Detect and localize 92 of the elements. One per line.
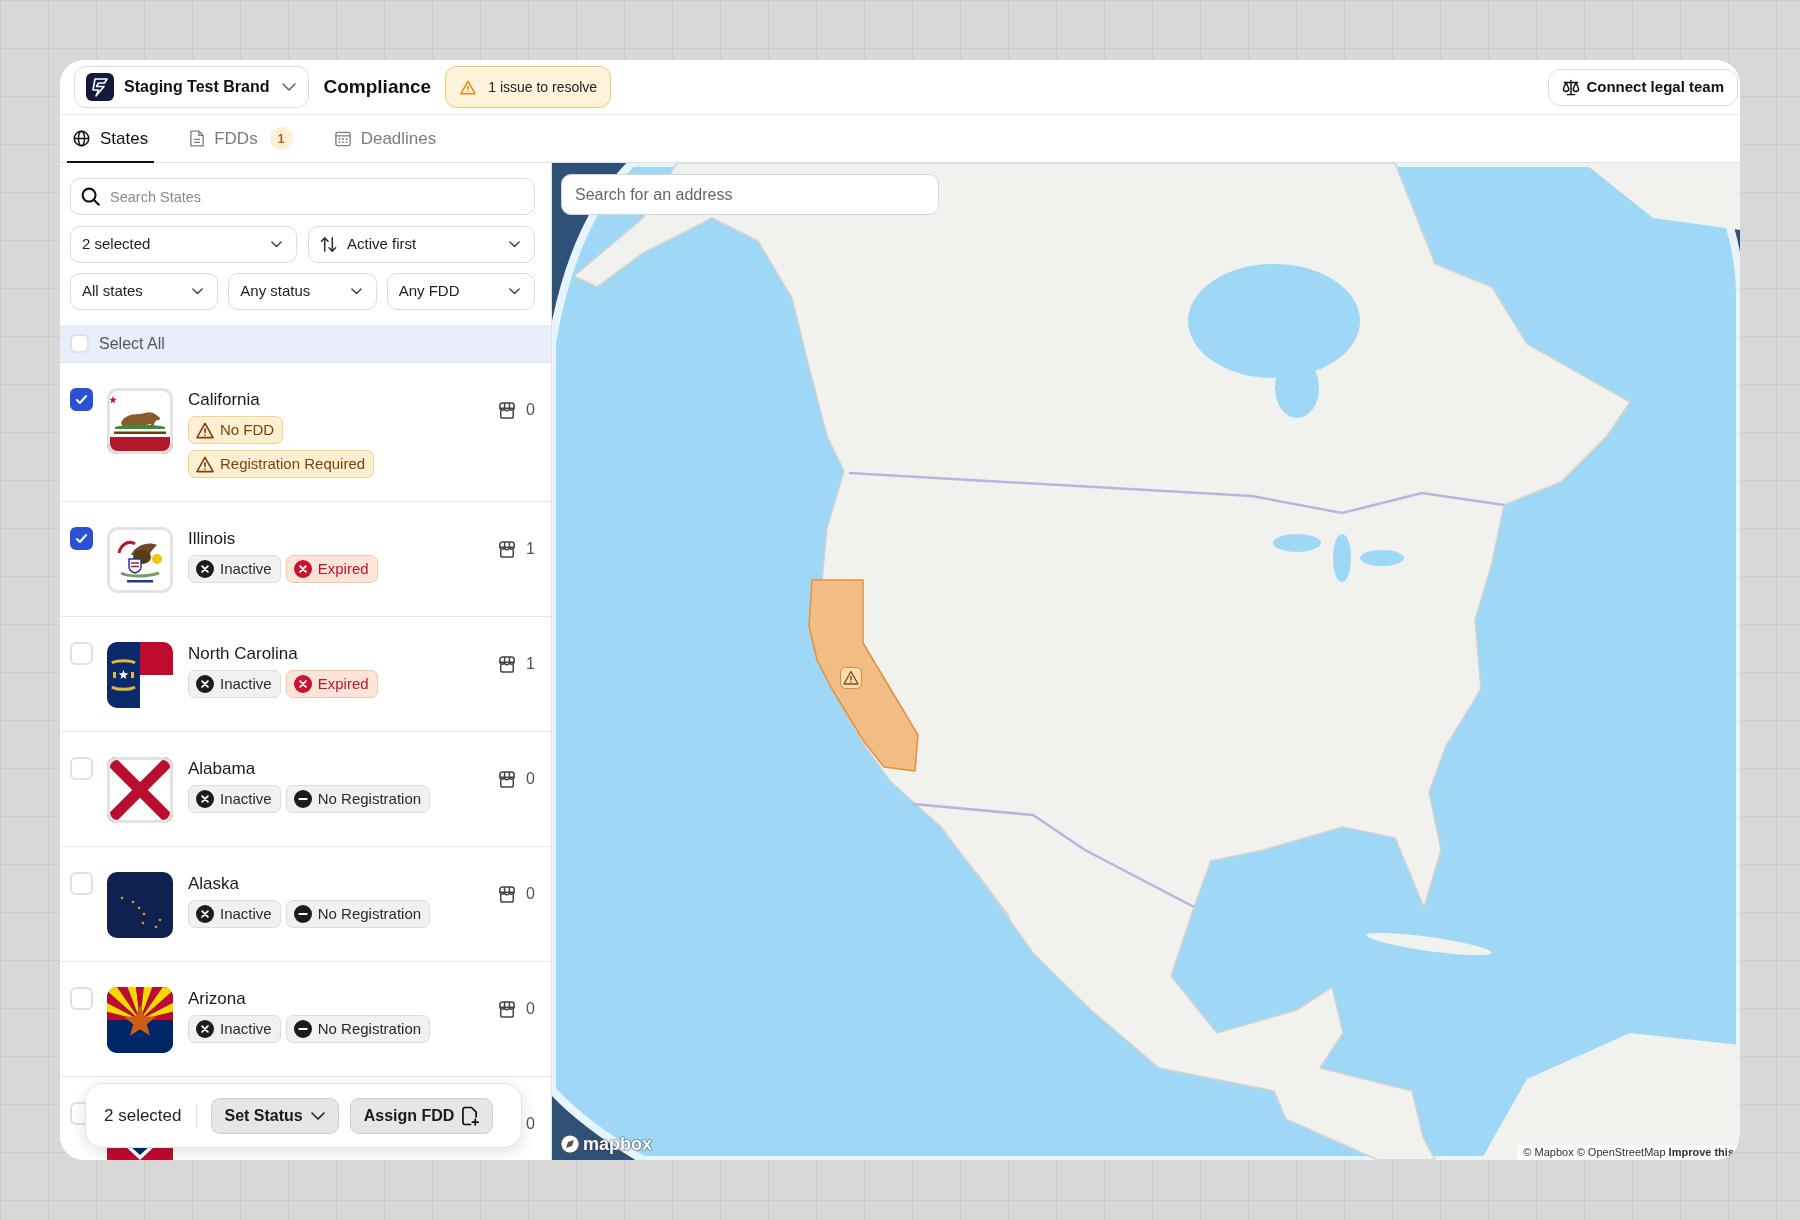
warning-icon [196, 421, 214, 439]
eagle-seal-flag-icon [107, 527, 173, 593]
connect-legal-button[interactable]: Connect legal team [1548, 68, 1738, 106]
status-label: Inactive [220, 903, 272, 924]
filter-dropdown[interactable]: Any FDD [386, 273, 535, 310]
assign-fdd-button[interactable]: Assign FDD [349, 1097, 494, 1134]
filter-dropdown[interactable]: All states [70, 273, 219, 310]
search-field[interactable]: Search States [70, 178, 535, 215]
store-count: 0 [526, 884, 535, 904]
checkbox[interactable] [70, 527, 93, 550]
warning-icon [460, 79, 477, 95]
x-circle-icon [293, 560, 312, 578]
sort-arrows-icon [320, 236, 337, 253]
status-label: No Registration [317, 788, 422, 809]
x-circle-icon [196, 675, 214, 693]
globe-icon [73, 130, 90, 147]
search-icon [81, 187, 100, 206]
store-icon [498, 1000, 517, 1018]
store-count: 1 [526, 539, 535, 559]
x-circle-icon [196, 1020, 214, 1038]
state-name: Alabama [188, 758, 257, 780]
store-icon [498, 540, 517, 558]
chevron-down-icon [509, 288, 520, 295]
dipper-stars-flag-icon [107, 872, 173, 938]
filter-dropdown[interactable]: Any status [228, 273, 377, 310]
chevron-down-icon [192, 288, 204, 295]
set-status-button[interactable]: Set Status [210, 1097, 339, 1134]
page-title: Compliance [323, 74, 432, 99]
sunburst-flag-icon [107, 987, 173, 1053]
minus-circle-icon [293, 1020, 312, 1038]
tab[interactable]: Deadlines [328, 115, 443, 162]
store-icon [498, 401, 517, 419]
status-label: No FDD [220, 419, 275, 440]
status-label: Inactive [220, 558, 272, 579]
store-count: 1 [526, 654, 535, 674]
sort-dropdown[interactable]: Active first [308, 226, 535, 263]
address-search-field[interactable]: Search for an address [561, 174, 939, 215]
file-plus-icon [462, 1105, 480, 1126]
store-icon [498, 885, 517, 903]
logo-icon [560, 1134, 580, 1154]
saltire-flag-icon [107, 757, 173, 823]
chevron-down-icon [281, 83, 296, 91]
status-label: Expired [317, 558, 369, 579]
status-label: No Registration [317, 1018, 422, 1039]
status-label: No Registration [317, 903, 422, 924]
status-label: Expired [317, 673, 369, 694]
x-circle-icon [196, 560, 214, 578]
tab[interactable]: FDDs 1 [184, 115, 299, 162]
scales-icon [1562, 78, 1581, 96]
bear-flag-icon [107, 388, 173, 454]
store-icon [498, 770, 517, 788]
star-flag-icon [107, 642, 173, 708]
chevron-down-icon [350, 288, 362, 295]
select-all-label: Select All [99, 333, 165, 354]
x-circle-icon [196, 790, 214, 808]
status-label: Registration Required [220, 453, 366, 474]
state-name: Illinois [188, 528, 237, 550]
filter-dropdown[interactable]: 2 selected [70, 226, 297, 263]
store-icon [498, 655, 517, 673]
store-count: 0 [526, 1114, 535, 1134]
logo-wordmark: mapbox [583, 1133, 652, 1155]
store-count: 0 [526, 999, 535, 1019]
issues-button[interactable]: 1 issue to resolve [445, 66, 612, 108]
check-icon [75, 532, 88, 545]
state-name: Alaska [188, 873, 241, 895]
warning-icon[interactable] [840, 667, 862, 689]
status-label: Inactive [220, 1018, 272, 1039]
chevron-down-icon [310, 1111, 325, 1120]
selection-count: 2 selected [104, 1104, 182, 1127]
tab[interactable]: States [67, 115, 155, 162]
brand-logo-icon [86, 73, 114, 101]
count-badge: 1 [269, 127, 293, 150]
store-count: 0 [526, 769, 535, 789]
check-icon [75, 393, 88, 406]
state-name: California [188, 389, 261, 411]
warning-icon [196, 455, 214, 473]
highlighted-region[interactable] [808, 579, 919, 772]
checkbox[interactable] [70, 388, 93, 411]
minus-circle-icon [293, 790, 312, 808]
status-label: Inactive [220, 788, 272, 809]
status-label: Inactive [220, 673, 272, 694]
chevron-down-icon [509, 241, 520, 248]
x-circle-icon [196, 905, 214, 923]
brand-selector[interactable]: Staging Test Brand [74, 66, 309, 108]
state-name: Arizona [188, 988, 247, 1010]
x-circle-icon [293, 675, 312, 693]
calendar-icon [334, 130, 351, 147]
store-count: 0 [526, 400, 535, 420]
minus-circle-icon [293, 905, 312, 923]
chevron-down-icon [271, 241, 282, 248]
state-name: North Carolina [188, 643, 299, 665]
document-icon [190, 130, 205, 147]
